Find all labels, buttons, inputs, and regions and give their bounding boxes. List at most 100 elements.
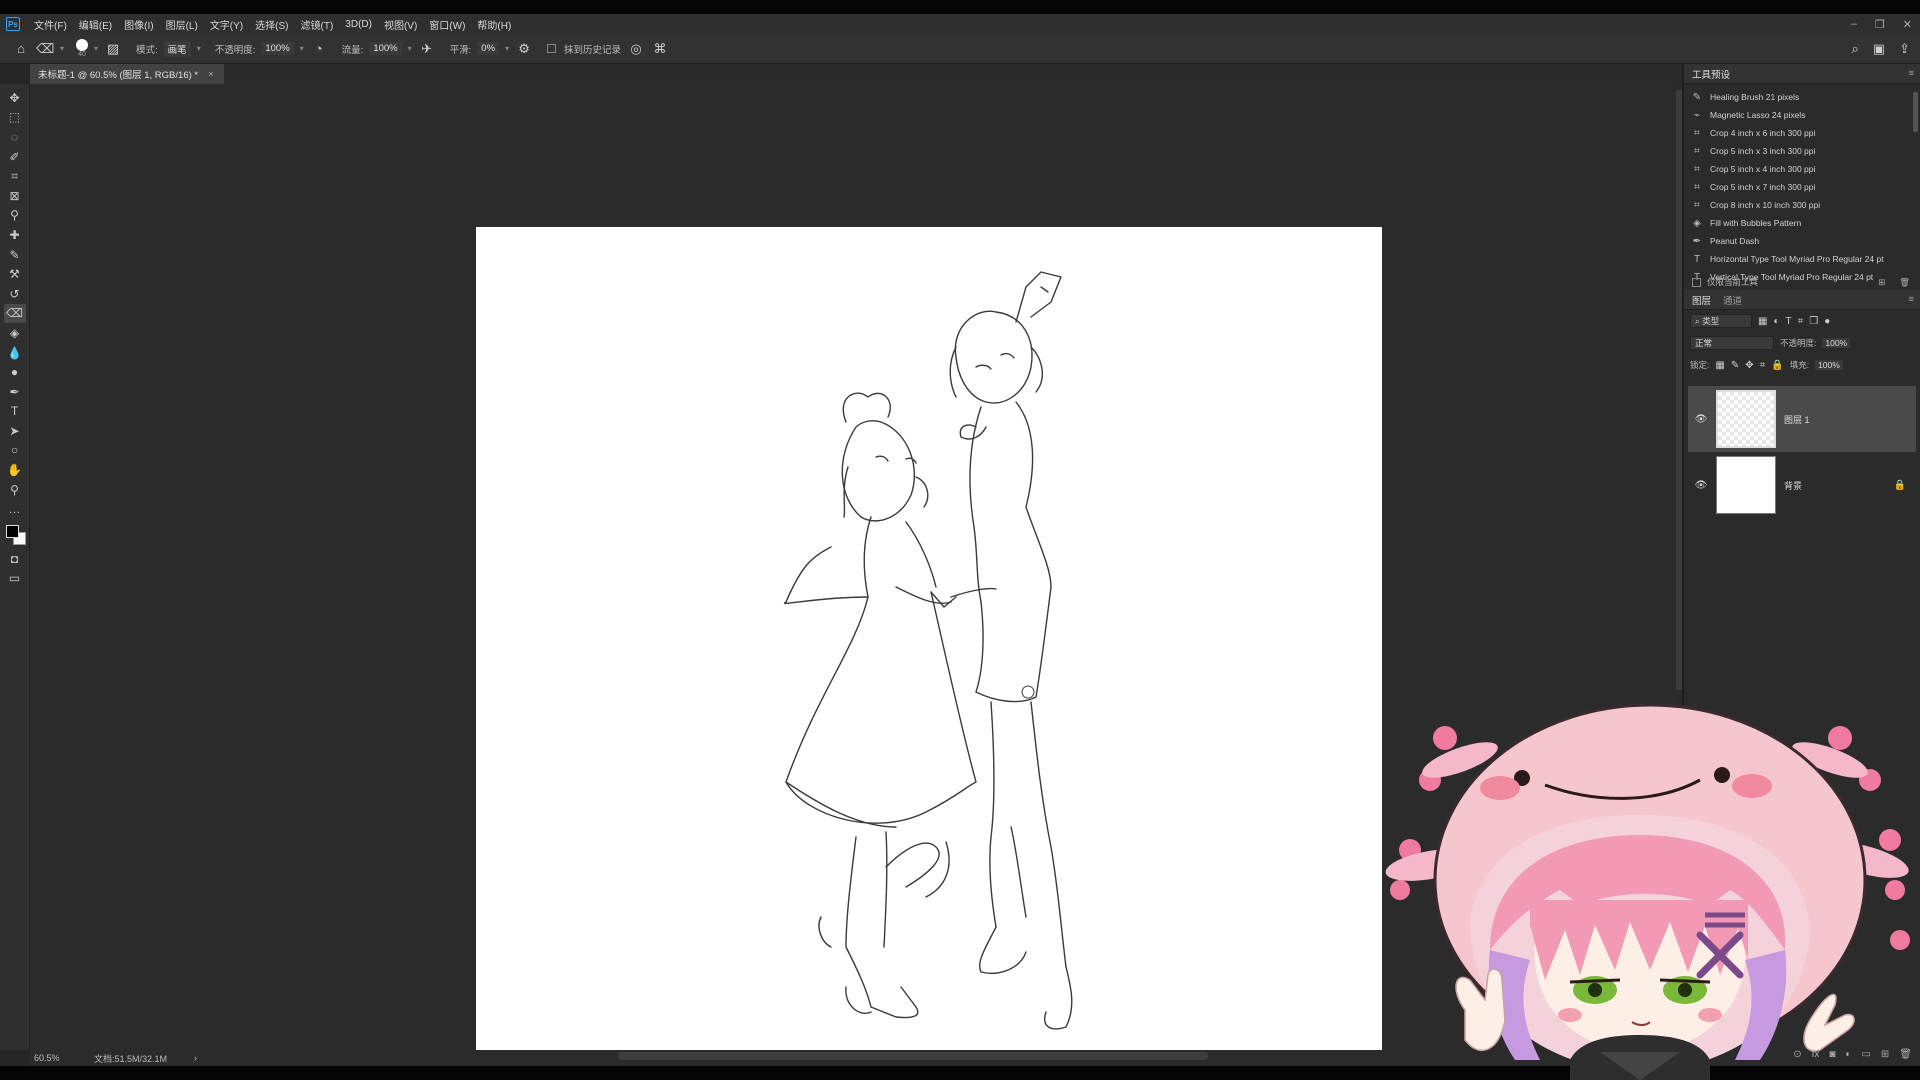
smoothing-input[interactable]: 0% [477,42,500,55]
preset-item[interactable]: ✒ Peanut Dash [1684,232,1920,250]
menu-help[interactable]: 帮助(H) [471,17,517,32]
menu-edit[interactable]: 编辑(E) [73,17,118,32]
preset-item[interactable]: ⌗ Crop 5 inch x 3 inch 300 ppi [1684,142,1920,160]
foreground-color-swatch[interactable] [5,525,19,539]
fill-input[interactable]: 100% [1815,360,1843,370]
preset-item[interactable]: ⌗ Crop 4 inch x 6 inch 300 ppi [1684,124,1920,142]
eraser-tool-icon[interactable]: ⌫ [3,303,26,324]
eyedropper-tool-icon[interactable]: ⚲ [4,206,26,226]
delete-preset-icon[interactable]: 🗑 [1899,277,1910,288]
lock-pixels-icon[interactable]: ✎ [1731,360,1739,371]
airbrush-icon[interactable]: ✈ [418,41,436,57]
frame-tool-icon[interactable]: ⊠ [4,186,26,206]
clone-stamp-tool-icon[interactable]: ⚒ [4,264,26,284]
canvas[interactable] [476,227,1382,1051]
shape-tool-icon[interactable]: ○ [4,441,26,461]
shape-filter-icon[interactable]: ⌗ [1798,316,1804,327]
screen-mode-icon[interactable]: ▭ [4,569,26,589]
pressure-opacity-icon[interactable]: ◔ [310,41,328,56]
crop-tool-icon[interactable]: ⌗ [4,166,26,186]
lock-position-icon[interactable]: ✥ [1745,360,1753,371]
blur-tool-icon[interactable]: 💧 [4,343,26,363]
blend-mode-select[interactable]: 正常 [1690,336,1774,350]
lasso-tool-icon[interactable]: ◌ [4,127,26,147]
mode-caret-icon[interactable]: ▾ [197,44,201,53]
zoom-tool-icon[interactable]: ⚲ [4,480,26,500]
layer-row[interactable]: 👁 背景 🔒 [1688,452,1916,518]
menu-filter[interactable]: 滤镜(T) [295,17,340,32]
lock-all-icon[interactable]: 🔒 [1771,360,1783,371]
menu-type[interactable]: 文字(Y) [204,17,249,32]
adjustment-filter-icon[interactable]: ◐ [1773,316,1779,327]
eraser-tool-icon[interactable]: ⌫ [36,41,54,57]
preset-item[interactable]: ✎ Healing Brush 21 pixels [1684,88,1920,106]
pixel-filter-icon[interactable]: ▦ [1758,316,1767,327]
search-icon[interactable]: ⌕ [1852,41,1859,57]
status-arrow-icon[interactable]: › [194,1053,197,1063]
color-swatches[interactable] [4,523,26,549]
layer-row[interactable]: 👁 图层 1 [1688,386,1916,452]
lock-artboard-icon[interactable]: ⌗ [1760,360,1766,371]
flow-input[interactable]: 100% [369,42,402,55]
lock-transparent-icon[interactable]: ▦ [1715,360,1724,371]
opacity-caret-icon[interactable]: ▾ [300,44,304,53]
mode-select[interactable]: 画笔 [163,40,191,57]
preset-item[interactable]: ◈ Fill with Bubbles Pattern [1684,214,1920,232]
marquee-tool-icon[interactable]: ⬚ [4,108,26,128]
new-preset-icon[interactable]: ⊞ [1878,277,1885,288]
panel-menu-icon[interactable]: ≡ [1908,68,1914,79]
quick-select-tool-icon[interactable]: ✐ [4,147,26,167]
flow-caret-icon[interactable]: ▾ [408,44,412,53]
visibility-eye-icon[interactable]: 👁 [1694,480,1708,491]
brush-tool-icon[interactable]: ✎ [4,245,26,265]
menu-3d[interactable]: 3D(D) [339,19,378,30]
path-selection-tool-icon[interactable]: ➤ [4,421,26,441]
share-icon[interactable]: ⇪ [1899,41,1910,57]
menu-image[interactable]: 图像(I) [118,17,159,32]
paint-bucket-tool-icon[interactable]: ◈ [4,323,26,343]
pressure-size-icon[interactable]: ◎ [627,41,645,57]
filter-toggle-icon[interactable]: ● [1824,316,1830,327]
layer-opacity-input[interactable]: 100% [1822,338,1851,348]
hand-tool-icon[interactable]: ✋ [4,460,26,480]
visibility-eye-icon[interactable]: 👁 [1694,414,1708,425]
history-brush-tool-icon[interactable]: ↺ [4,284,26,304]
restore-icon[interactable]: ❐ [1875,18,1885,31]
tool-presets-tab[interactable]: 工具预设 [1692,67,1730,81]
opacity-input[interactable]: 100% [261,42,294,55]
menu-select[interactable]: 选择(S) [249,17,294,32]
gear-icon[interactable]: ⚙ [515,41,533,57]
type-tool-icon[interactable]: T [4,402,26,422]
current-tool-only-checkbox[interactable] [1692,277,1701,287]
move-tool-icon[interactable]: ✥ [4,88,26,108]
menu-window[interactable]: 窗口(W) [423,17,471,32]
brush-caret-icon[interactable]: ▾ [94,44,98,53]
pen-tool-icon[interactable]: ✒ [4,382,26,402]
document-tab[interactable]: 未标题-1 @ 60.5% (图层 1, RGB/16) * × [30,64,224,84]
quick-mask-icon[interactable]: ◘ [4,549,26,569]
more-tools-icon[interactable]: … [4,499,26,519]
layers-menu-icon[interactable]: ≡ [1908,294,1914,305]
preset-item[interactable]: ⌗ Crop 5 inch x 4 inch 300 ppi [1684,160,1920,178]
close-tab-icon[interactable]: × [208,69,214,80]
horizontal-scrollbar-thumb[interactable] [618,1052,1208,1060]
close-icon[interactable]: ✕ [1903,18,1912,31]
brush-preset-picker[interactable]: 40 [76,39,89,58]
tab-layers[interactable]: 图层 [1692,293,1711,307]
preset-item[interactable]: ⌁ Magnetic Lasso 24 pixels [1684,106,1920,124]
menu-file[interactable]: 文件(F) [28,17,73,32]
tab-channels[interactable]: 通道 [1723,293,1742,307]
symmetry-icon[interactable]: ⌘ [651,41,669,57]
minimize-icon[interactable]: – [1851,18,1857,30]
workspace-icon[interactable]: ▣ [1873,41,1885,57]
smoothing-caret-icon[interactable]: ▾ [505,44,509,53]
smart-object-filter-icon[interactable]: ❒ [1809,316,1818,327]
preset-item[interactable]: ⌗ Crop 8 inch x 10 inch 300 ppi [1684,196,1920,214]
erase-history-checkbox[interactable] [547,44,557,53]
brush-settings-icon[interactable]: ▨ [104,41,122,57]
healing-brush-tool-icon[interactable]: ✚ [4,225,26,245]
type-filter-icon[interactable]: T [1786,316,1792,327]
zoom-readout[interactable]: 60.5% [34,1053,94,1063]
menu-layer[interactable]: 图层(L) [160,17,204,32]
menu-view[interactable]: 视图(V) [378,17,423,32]
